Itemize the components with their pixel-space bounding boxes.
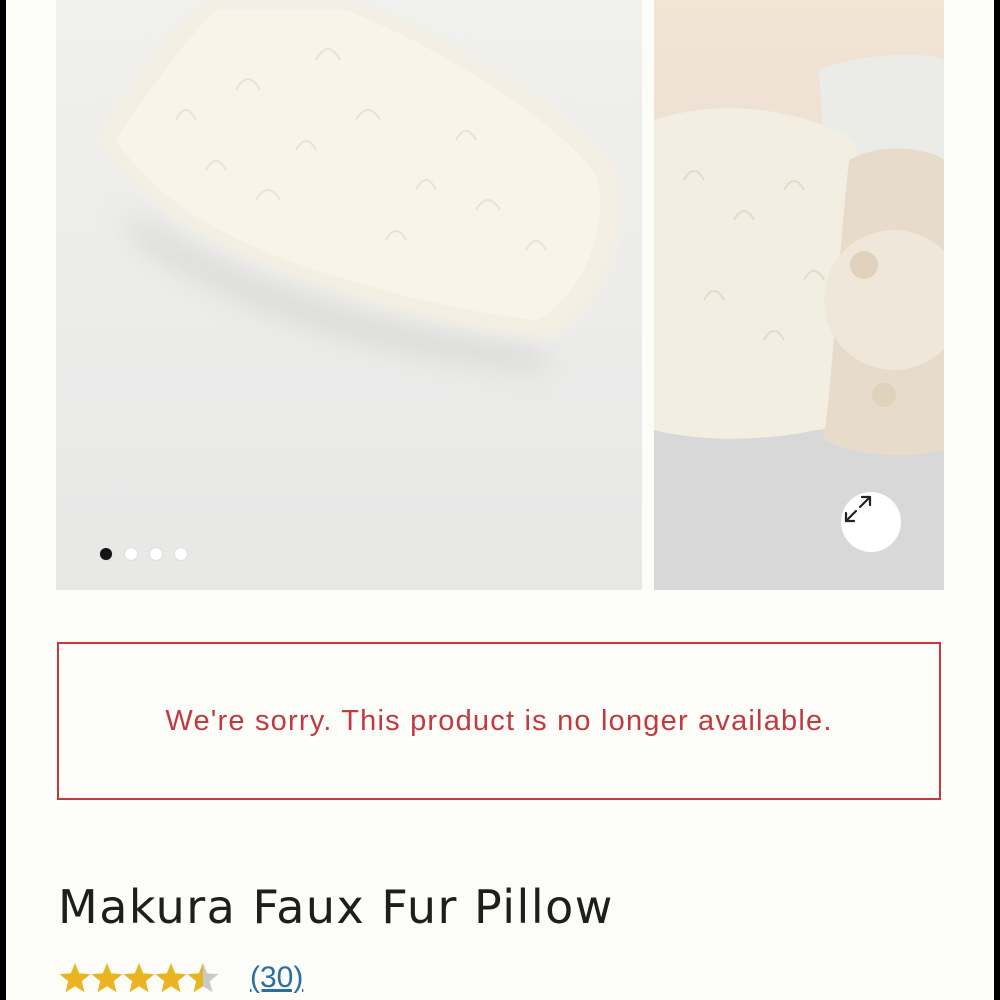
- unavailable-message: We're sorry. This product is no longer a…: [165, 704, 833, 737]
- product-rating: (30): [58, 958, 303, 998]
- product-page: We're sorry. This product is no longer a…: [6, 0, 994, 1000]
- product-image-secondary[interactable]: [654, 0, 944, 590]
- review-count-link[interactable]: (30): [250, 961, 303, 995]
- carousel-dot-4[interactable]: [175, 548, 187, 560]
- product-title: Makura Faux Fur Pillow: [58, 880, 614, 934]
- rating-stars[interactable]: [58, 961, 224, 995]
- carousel-dots: [100, 547, 187, 561]
- product-image-gallery[interactable]: [56, 0, 944, 590]
- star-rating-icon: [59, 963, 219, 993]
- expand-arrows-icon: [844, 495, 872, 523]
- carousel-dot-2[interactable]: [125, 548, 137, 560]
- carousel-dot-3[interactable]: [150, 548, 162, 560]
- product-unavailable-notice: We're sorry. This product is no longer a…: [57, 642, 941, 800]
- product-image-main[interactable]: [56, 0, 642, 590]
- fur-pillow-illustration: [96, 0, 622, 370]
- expand-image-button[interactable]: [841, 492, 901, 552]
- bed-scene-illustration: [654, 54, 944, 590]
- carousel-dot-1[interactable]: [100, 548, 112, 560]
